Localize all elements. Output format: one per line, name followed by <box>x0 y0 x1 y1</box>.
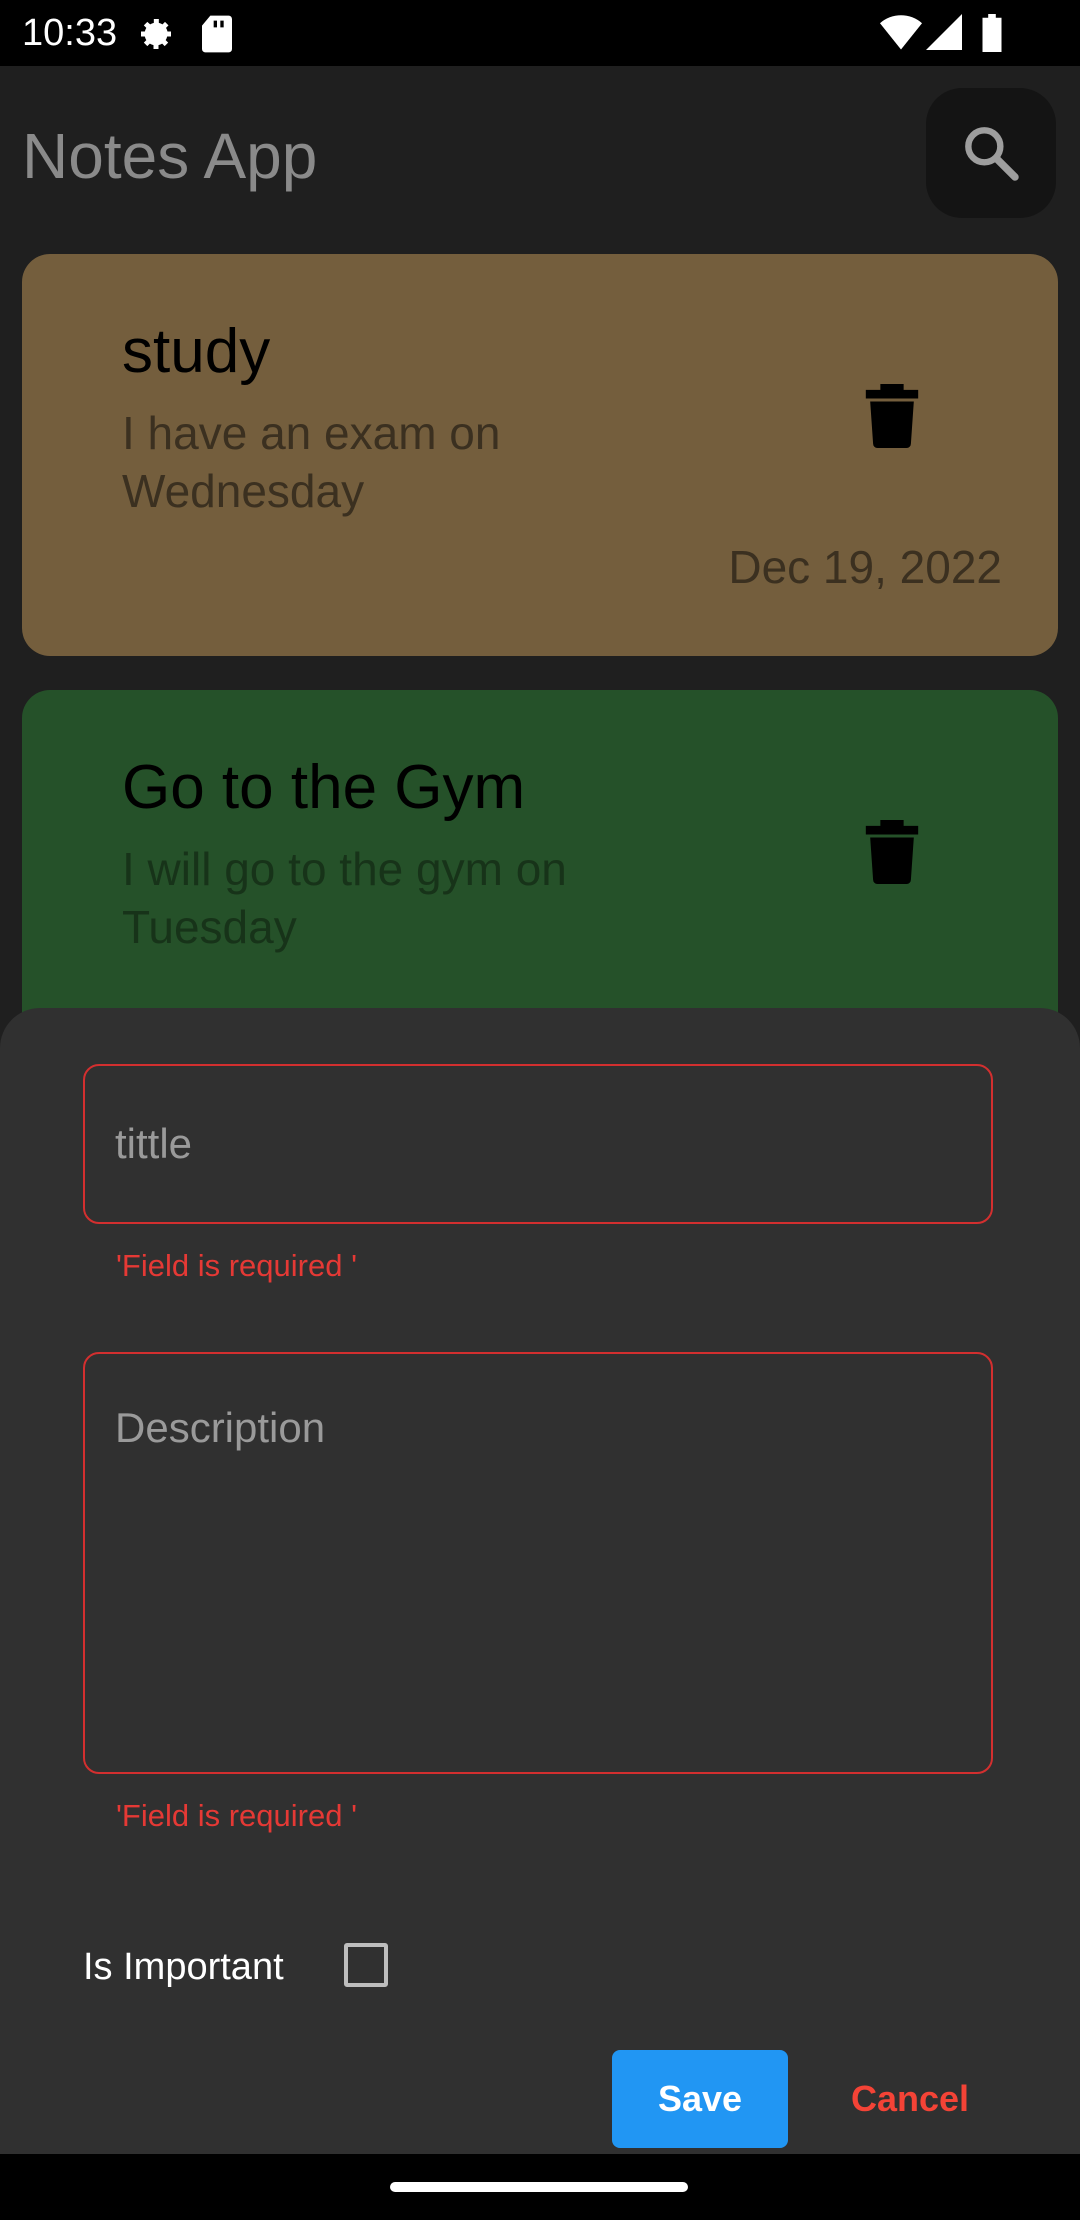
notes-list-screen: Notes App study I have an exam on Wednes… <box>0 66 1080 2220</box>
search-button[interactable] <box>926 88 1056 218</box>
settings-gear-icon <box>136 14 176 59</box>
title-error-text: 'Field is required ' <box>116 1248 357 1283</box>
is-important-checkbox[interactable] <box>344 1943 388 1987</box>
delete-note-button[interactable] <box>865 820 919 889</box>
app-title: Notes App <box>22 120 318 192</box>
status-time: 10:33 <box>22 12 118 54</box>
note-description: I have an exam on Wednesday <box>122 407 501 517</box>
home-indicator[interactable] <box>390 2182 688 2192</box>
note-title: Go to the Gym <box>122 753 526 822</box>
wifi-icon <box>880 14 922 55</box>
navigation-bar <box>0 2154 1080 2220</box>
note-title: study <box>122 317 271 386</box>
add-note-bottom-sheet: 'Field is required ' 'Field is required … <box>0 1008 1080 2220</box>
screen: 10:33 Notes App study I have an exam on … <box>0 0 1080 2220</box>
cancel-button[interactable]: Cancel <box>830 2050 990 2148</box>
title-input[interactable] <box>83 1064 993 1224</box>
note-card[interactable]: study I have an exam on Wednesday Dec 19… <box>22 254 1058 656</box>
cellular-signal-icon <box>926 14 962 55</box>
save-button[interactable]: Save <box>612 2050 788 2148</box>
status-bar: 10:33 <box>0 0 1080 66</box>
battery-icon <box>980 14 1004 57</box>
delete-note-button[interactable] <box>865 384 919 453</box>
is-important-label: Is Important <box>83 1946 284 1988</box>
search-icon <box>965 127 1019 181</box>
trash-icon <box>865 820 919 884</box>
description-error-text: 'Field is required ' <box>116 1798 357 1833</box>
trash-icon <box>865 384 919 448</box>
note-description: I will go to the gym on Tuesday <box>122 843 567 953</box>
sd-card-icon <box>200 14 234 59</box>
description-input[interactable] <box>83 1352 993 1774</box>
note-date: Dec 19, 2022 <box>728 541 1002 593</box>
